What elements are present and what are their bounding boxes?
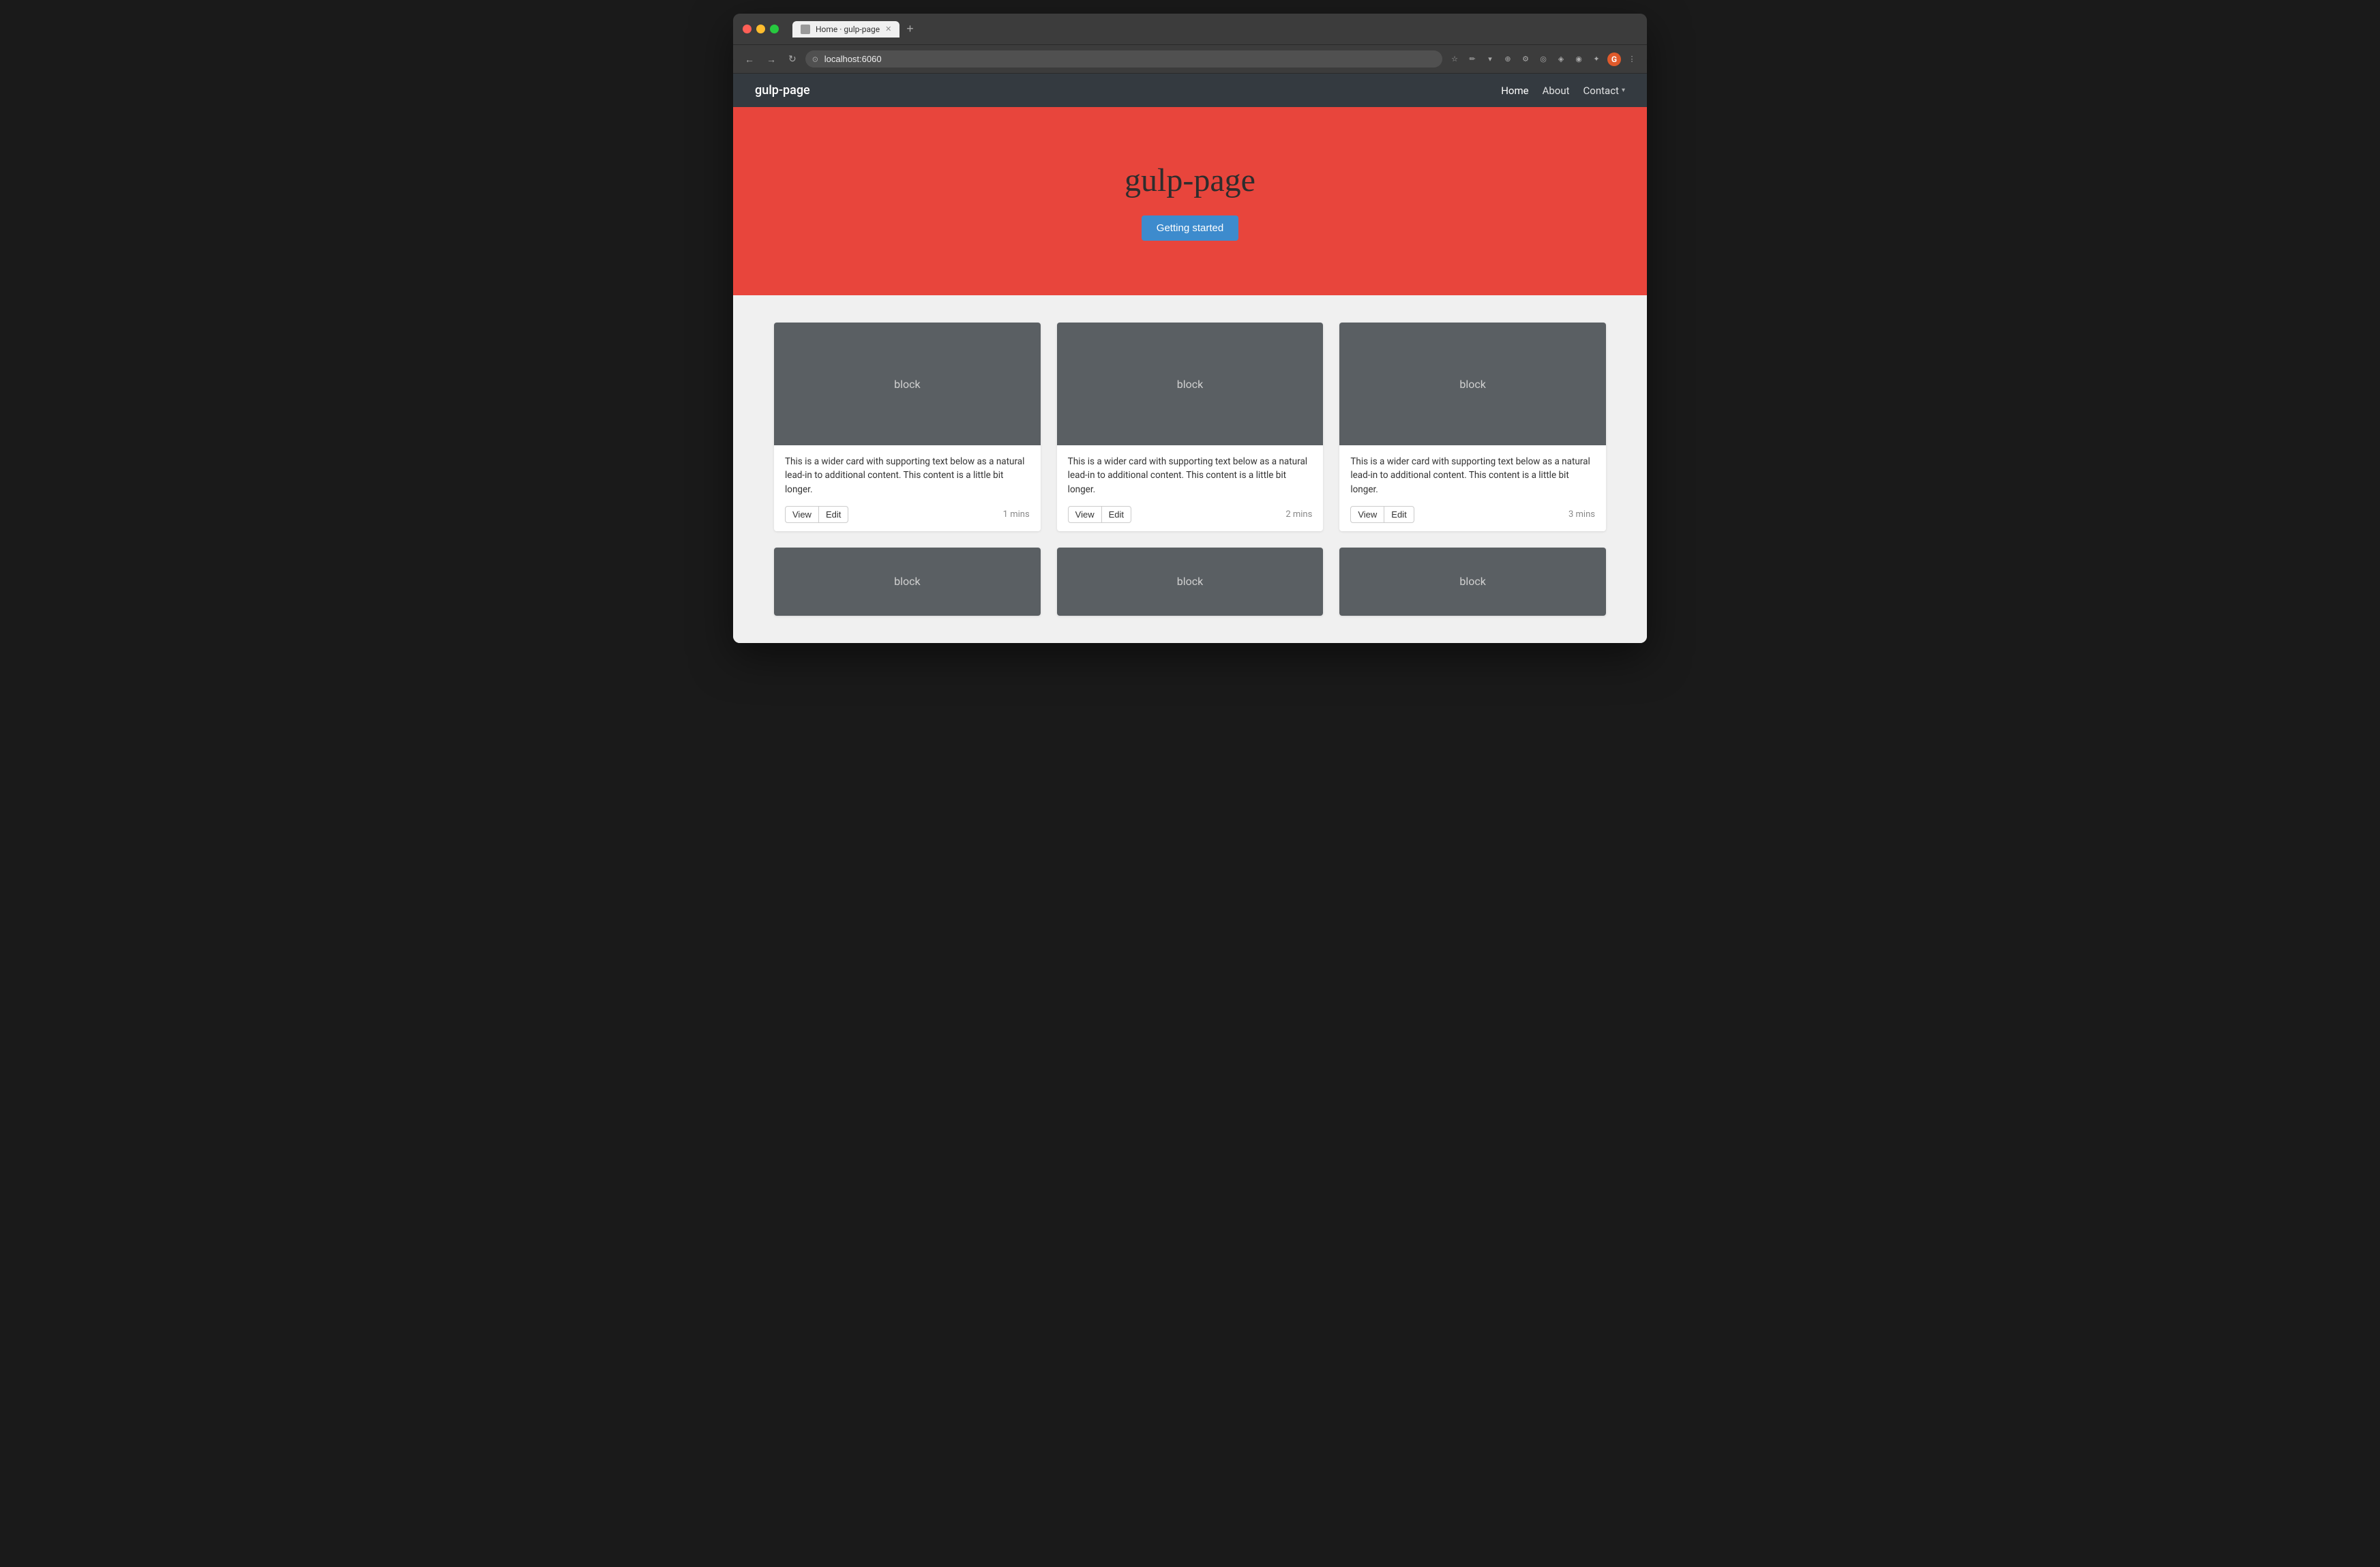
settings-icon[interactable]: ⚙ xyxy=(1519,53,1532,66)
bookmark-icon[interactable]: ☆ xyxy=(1448,53,1461,66)
card-5: block xyxy=(1057,548,1324,616)
toolbar-icons: ☆ ✏ ▾ ⊕ ⚙ ◎ ◈ ◉ ✦ G ⋮ xyxy=(1448,53,1639,66)
card-1-time: 1 mins xyxy=(1003,509,1030,520)
card-3-body: This is a wider card with supporting tex… xyxy=(1339,445,1606,531)
nav-contact-label: Contact xyxy=(1583,85,1619,97)
card-2-time: 2 mins xyxy=(1285,509,1312,520)
page-content: gulp-page Home About Contact ▾ gulp-page… xyxy=(733,74,1647,643)
ext-icon2[interactable]: ◈ xyxy=(1554,53,1568,66)
back-button[interactable]: ← xyxy=(741,52,758,67)
minimize-button[interactable] xyxy=(756,25,765,33)
card-2-edit-button[interactable]: Edit xyxy=(1102,506,1131,523)
card-1-image: block xyxy=(774,323,1041,445)
card-5-image-label: block xyxy=(1177,575,1203,588)
browser-toolbar: ← → ↻ ⊙ ☆ ✏ ▾ ⊕ ⚙ ◎ ◈ ◉ ✦ G ⋮ xyxy=(733,45,1647,74)
lock-icon: ⊙ xyxy=(812,55,818,63)
chevron-down-icon: ▾ xyxy=(1622,87,1625,94)
hero-section: gulp-page Getting started xyxy=(733,107,1647,295)
card-4-image-label: block xyxy=(894,575,920,588)
card-3-image-label: block xyxy=(1459,378,1485,391)
forward-button[interactable]: → xyxy=(763,52,779,67)
card-5-image: block xyxy=(1057,548,1324,616)
card-2-footer: View Edit 2 mins xyxy=(1068,506,1313,523)
card-4-image: block xyxy=(774,548,1041,616)
ext-icon4[interactable]: ✦ xyxy=(1590,53,1603,66)
card-1-footer: View Edit 1 mins xyxy=(785,506,1030,523)
menu-icon[interactable]: ⋮ xyxy=(1625,53,1639,66)
site-navbar: gulp-page Home About Contact ▾ xyxy=(733,74,1647,107)
card-6: block xyxy=(1339,548,1606,616)
pen-icon[interactable]: ✏ xyxy=(1466,53,1479,66)
card-1-edit-button[interactable]: Edit xyxy=(819,506,848,523)
tab-close-icon[interactable]: ✕ xyxy=(885,25,891,33)
nav-dropdown-contact[interactable]: Contact ▾ xyxy=(1583,85,1625,97)
card-6-image: block xyxy=(1339,548,1606,616)
shield-icon[interactable]: ⊕ xyxy=(1501,53,1515,66)
card-3-footer: View Edit 3 mins xyxy=(1350,506,1595,523)
card-1-view-button[interactable]: View xyxy=(785,506,819,523)
card-2-view-button[interactable]: View xyxy=(1068,506,1102,523)
tab-title: Home · gulp-page xyxy=(816,25,880,34)
dropdown-icon[interactable]: ▾ xyxy=(1483,53,1497,66)
cards-section: block This is a wider card with supporti… xyxy=(733,295,1647,643)
active-tab[interactable]: Home · gulp-page ✕ xyxy=(792,21,899,38)
card-6-image-label: block xyxy=(1459,575,1485,588)
card-3-text: This is a wider card with supporting tex… xyxy=(1350,455,1595,496)
getting-started-button[interactable]: Getting started xyxy=(1142,215,1238,241)
close-button[interactable] xyxy=(743,25,752,33)
profile-icon[interactable]: G xyxy=(1607,53,1621,66)
card-3-view-button[interactable]: View xyxy=(1350,506,1384,523)
ext-icon1[interactable]: ◎ xyxy=(1536,53,1550,66)
address-bar-wrap: ⊙ xyxy=(805,50,1442,68)
browser-window: Home · gulp-page ✕ + ← → ↻ ⊙ ☆ ✏ ▾ ⊕ ⚙ ◎… xyxy=(733,14,1647,643)
card-3-time: 3 mins xyxy=(1568,509,1595,520)
card-1-text: This is a wider card with supporting tex… xyxy=(785,455,1030,496)
card-2: block This is a wider card with supporti… xyxy=(1057,323,1324,531)
ext-icon3[interactable]: ◉ xyxy=(1572,53,1586,66)
new-tab-button[interactable]: + xyxy=(902,20,918,38)
card-2-body: This is a wider card with supporting tex… xyxy=(1057,445,1324,531)
card-4: block xyxy=(774,548,1041,616)
hero-title: gulp-page xyxy=(1125,162,1255,199)
browser-titlebar: Home · gulp-page ✕ + xyxy=(733,14,1647,45)
maximize-button[interactable] xyxy=(770,25,779,33)
card-3: block This is a wider card with supporti… xyxy=(1339,323,1606,531)
site-brand[interactable]: gulp-page xyxy=(755,83,810,98)
card-3-actions: View Edit xyxy=(1350,506,1414,523)
card-2-actions: View Edit xyxy=(1068,506,1131,523)
card-1-image-label: block xyxy=(894,378,920,391)
tab-bar: Home · gulp-page ✕ + xyxy=(792,20,1637,38)
tab-favicon xyxy=(801,25,810,34)
cards-grid: block This is a wider card with supporti… xyxy=(774,323,1606,616)
card-3-edit-button[interactable]: Edit xyxy=(1384,506,1414,523)
card-3-image: block xyxy=(1339,323,1606,445)
card-2-image: block xyxy=(1057,323,1324,445)
site-nav-links: Home About Contact ▾ xyxy=(1501,85,1625,97)
card-1-actions: View Edit xyxy=(785,506,848,523)
nav-link-about[interactable]: About xyxy=(1543,85,1570,97)
address-input[interactable] xyxy=(805,50,1442,68)
card-2-image-label: block xyxy=(1177,378,1203,391)
card-1: block This is a wider card with supporti… xyxy=(774,323,1041,531)
nav-link-home[interactable]: Home xyxy=(1501,85,1528,97)
refresh-button[interactable]: ↻ xyxy=(785,51,800,67)
card-1-body: This is a wider card with supporting tex… xyxy=(774,445,1041,531)
traffic-lights xyxy=(743,25,779,33)
card-2-text: This is a wider card with supporting tex… xyxy=(1068,455,1313,496)
